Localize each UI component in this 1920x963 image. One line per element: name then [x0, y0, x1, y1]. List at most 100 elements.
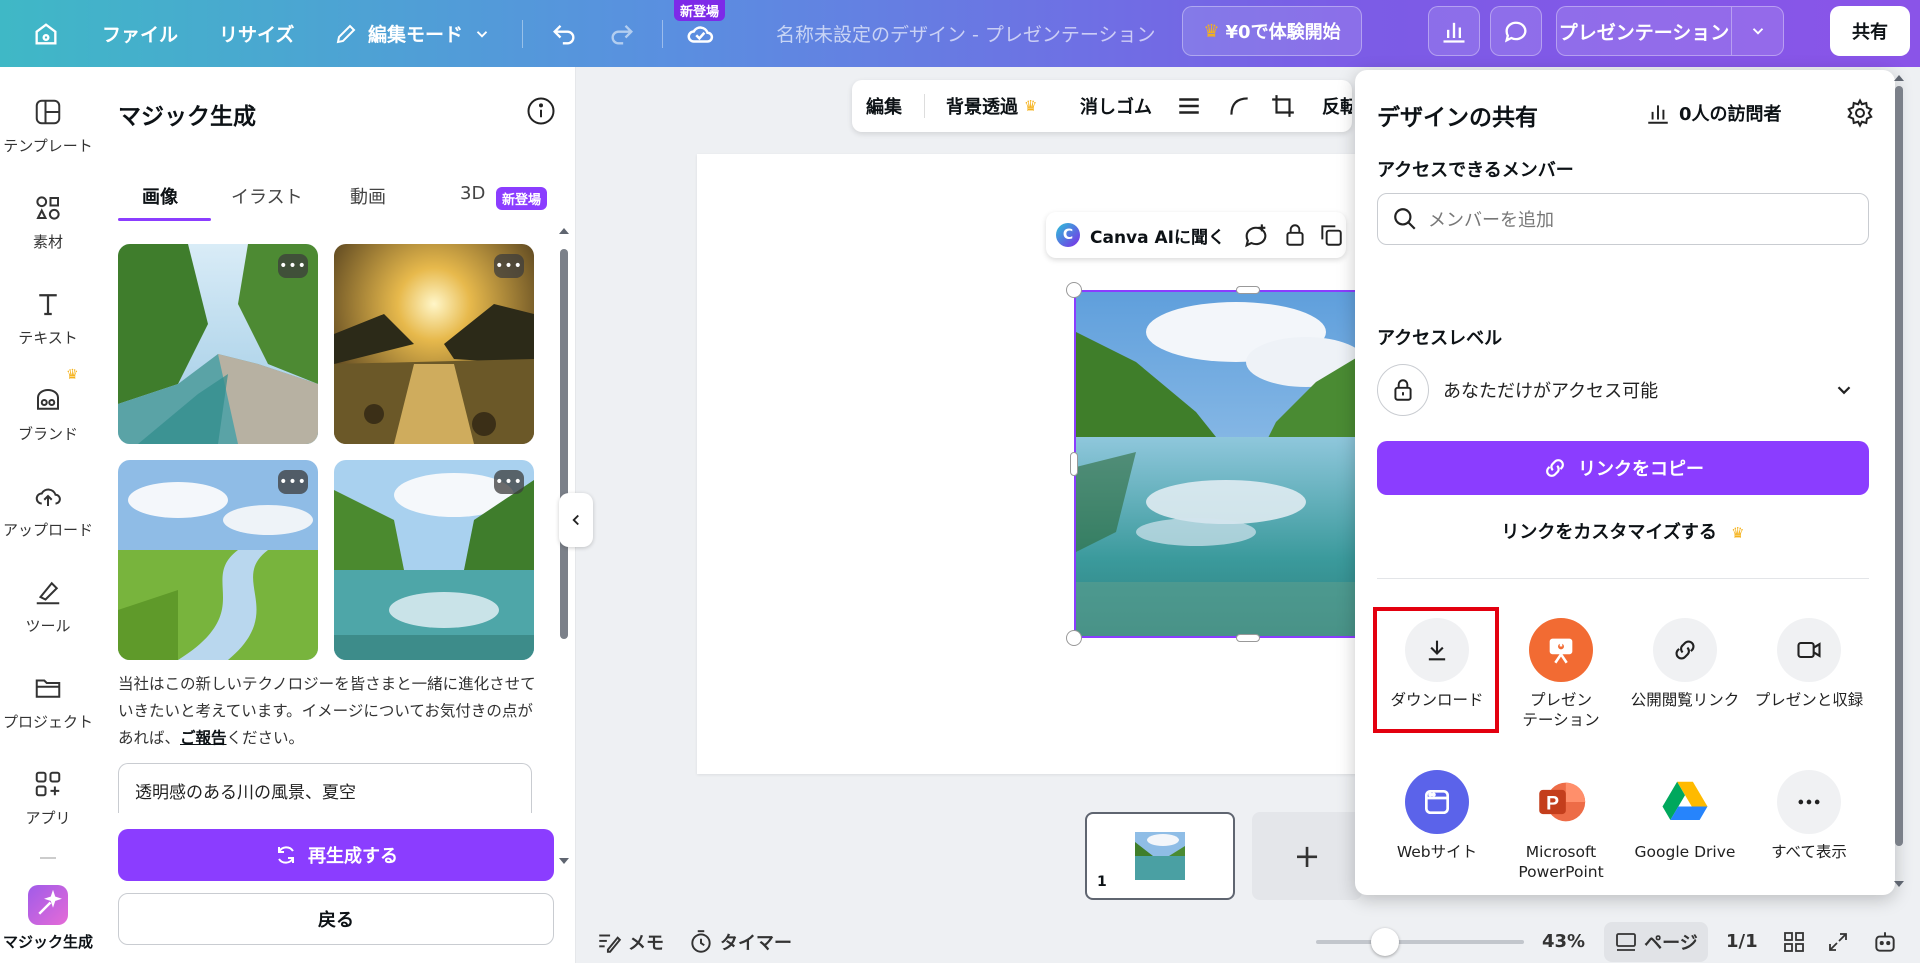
access-level-dropdown[interactable]: あなただけがアクセス可能: [1377, 360, 1869, 420]
add-member-input[interactable]: メンバーを追加: [1377, 193, 1869, 245]
share-option-website[interactable]: Webサイト: [1375, 770, 1499, 862]
toolbar-corner-button[interactable]: [1226, 80, 1252, 132]
save-status-button[interactable]: [685, 0, 715, 67]
rail-item-tools[interactable]: ツール: [0, 577, 96, 667]
add-comment-button[interactable]: [1242, 222, 1270, 255]
rail-item-projects[interactable]: プロジェクト: [0, 673, 96, 763]
share-option-present-and-record[interactable]: プレゼンと収録: [1747, 618, 1871, 710]
resize-handle[interactable]: [1236, 286, 1260, 294]
active-tab-indicator: [118, 218, 211, 221]
more-options-button[interactable]: •••: [494, 470, 524, 494]
resize-handle[interactable]: [1066, 282, 1082, 298]
free-trial-button[interactable]: ♛ ¥0で体験開始: [1182, 6, 1362, 56]
zoom-level[interactable]: 43%: [1542, 920, 1585, 963]
present-button[interactable]: プレゼンテーション: [1556, 6, 1784, 56]
separator: [662, 20, 663, 48]
edit-mode-dropdown[interactable]: 編集モード: [334, 0, 491, 67]
more-options-button[interactable]: •••: [494, 254, 524, 278]
home-button[interactable]: [32, 0, 60, 67]
toolbar-flip[interactable]: 反転: [1322, 80, 1352, 132]
report-link[interactable]: ご報告: [180, 729, 227, 747]
generated-image-2[interactable]: •••: [334, 244, 534, 444]
comments-button[interactable]: [1490, 6, 1542, 56]
share-panel-scroll-thumb[interactable]: [1895, 86, 1903, 846]
presentation-icon: [1529, 618, 1593, 682]
corner-curve-icon: [1230, 97, 1248, 115]
redo-button[interactable]: [608, 0, 636, 67]
rail-item-templates[interactable]: テンプレート: [0, 97, 96, 187]
insights-button[interactable]: [1428, 6, 1480, 56]
timer-button[interactable]: タイマー: [688, 920, 792, 963]
rail-item-magic-generate[interactable]: マジック生成: [0, 885, 96, 963]
pages-view-button[interactable]: ページ: [1604, 922, 1708, 962]
toolbar-edit[interactable]: 編集: [866, 80, 902, 132]
resize-handle[interactable]: [1070, 452, 1078, 476]
rail-label: ブランド: [17, 425, 78, 443]
page-layout-icon: [1616, 933, 1637, 951]
generated-image-3[interactable]: •••: [118, 460, 318, 660]
lock-button[interactable]: [1282, 222, 1308, 253]
lock-icon: [1286, 224, 1304, 246]
panel-scroll-thumb[interactable]: [560, 249, 568, 639]
share-panel-title: デザインの共有: [1377, 105, 1538, 131]
tab-illustration[interactable]: イラスト: [231, 183, 303, 209]
regenerate-button[interactable]: 再生成する: [118, 829, 554, 881]
zoom-slider-handle[interactable]: [1370, 928, 1399, 956]
rail-label: マジック生成: [2, 933, 93, 951]
file-menu[interactable]: ファイル: [102, 0, 178, 67]
rail-label: テキスト: [18, 329, 78, 347]
undo-button[interactable]: [550, 0, 578, 67]
ask-canva-ai-button[interactable]: Canva AIに聞く: [1090, 212, 1225, 258]
rail-item-brand[interactable]: ブランド: [0, 385, 96, 475]
visitors-button[interactable]: 0人の訪問者: [1645, 100, 1782, 126]
generated-image-4[interactable]: •••: [334, 460, 534, 660]
share-option-presentation[interactable]: プレゼン テーション: [1499, 618, 1623, 730]
tab-image[interactable]: 画像: [142, 183, 178, 209]
toolbar-bg-remove[interactable]: 背景透過 ♛: [946, 80, 1037, 132]
toolbar-crop-button[interactable]: [1270, 80, 1296, 132]
generated-image-1[interactable]: •••: [118, 244, 318, 444]
rail-item-elements[interactable]: 素材: [0, 193, 96, 283]
assistant-button[interactable]: [1872, 920, 1898, 963]
share-button[interactable]: 共有: [1830, 6, 1910, 56]
timer-label: タイマー: [720, 932, 792, 954]
prompt-input[interactable]: 透明感のある川の風景、夏空: [118, 763, 532, 813]
share-option-see-all[interactable]: すべて表示: [1747, 770, 1871, 862]
fullscreen-button[interactable]: [1826, 920, 1850, 963]
refresh-icon: [278, 846, 294, 864]
notes-button[interactable]: メモ: [596, 920, 664, 963]
redo-icon: [611, 24, 633, 44]
rail-item-uploads[interactable]: アップロード: [0, 481, 96, 571]
copy-link-button[interactable]: リンクをコピー: [1377, 441, 1869, 495]
toolbar-eraser[interactable]: 消しゴム: [1080, 80, 1152, 132]
grid-view-button[interactable]: [1782, 920, 1806, 963]
collapse-panel-button[interactable]: [559, 493, 593, 547]
info-button[interactable]: [526, 96, 556, 130]
resize-handle[interactable]: [1066, 630, 1082, 646]
resize-handle[interactable]: [1236, 634, 1260, 642]
share-option-powerpoint[interactable]: P Microsoft PowerPoint: [1499, 770, 1623, 882]
rail-item-text[interactable]: テキスト: [0, 289, 96, 379]
tab-video[interactable]: 動画: [350, 183, 386, 209]
customize-link-button[interactable]: リンクをカスタマイズする ♛: [1377, 518, 1869, 544]
duplicate-button[interactable]: [1318, 222, 1344, 253]
divider: [1377, 578, 1869, 579]
share-option-public-link[interactable]: 公開閲覧リンク: [1623, 618, 1747, 710]
rail-item-apps[interactable]: アプリ: [0, 769, 96, 859]
more-options-button[interactable]: •••: [278, 254, 308, 278]
resize-menu[interactable]: リサイズ: [219, 0, 294, 67]
tab-3d[interactable]: 3D: [460, 183, 485, 204]
back-button[interactable]: 戻る: [118, 893, 554, 945]
document-title[interactable]: 名称未設定のデザイン - プレゼンテーション: [776, 0, 1156, 67]
present-dropdown-toggle[interactable]: [1731, 7, 1783, 55]
page-thumbnail[interactable]: 1: [1085, 812, 1235, 900]
toolbar-position-button[interactable]: [1176, 80, 1202, 132]
zoom-slider[interactable]: [1316, 940, 1524, 944]
share-option-google-drive[interactable]: Google Drive: [1623, 770, 1747, 862]
add-page-button[interactable]: +: [1252, 812, 1362, 900]
crown-icon: ♛: [1024, 97, 1038, 115]
share-settings-button[interactable]: [1845, 98, 1875, 132]
bottom-bar: メモ タイマー 43% ページ 1/1: [576, 920, 1920, 963]
more-options-button[interactable]: •••: [278, 470, 308, 494]
selected-image[interactable]: [1074, 290, 1364, 638]
